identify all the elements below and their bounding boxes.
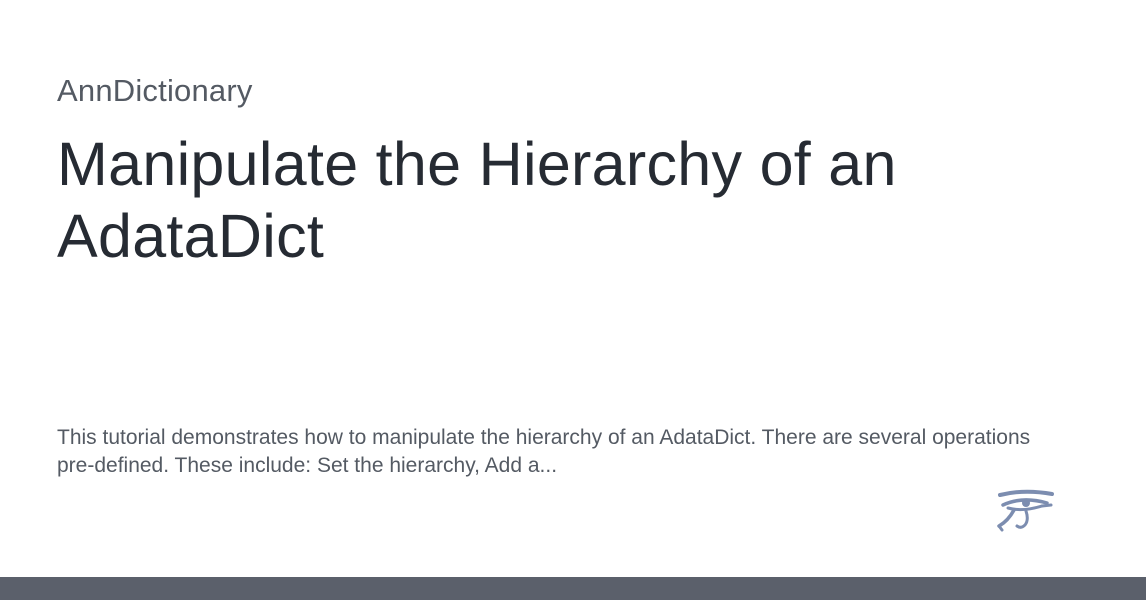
eye-of-horus-icon [996,488,1054,532]
page-description: This tutorial demonstrates how to manipu… [57,426,1031,477]
page-title: Manipulate the Hierarchy of an AdataDict [57,130,897,270]
social-preview-card: AnnDictionary Manipulate the Hierarchy o… [0,0,1146,600]
bottom-accent-bar [0,577,1146,600]
site-name: AnnDictionary [57,73,253,108]
